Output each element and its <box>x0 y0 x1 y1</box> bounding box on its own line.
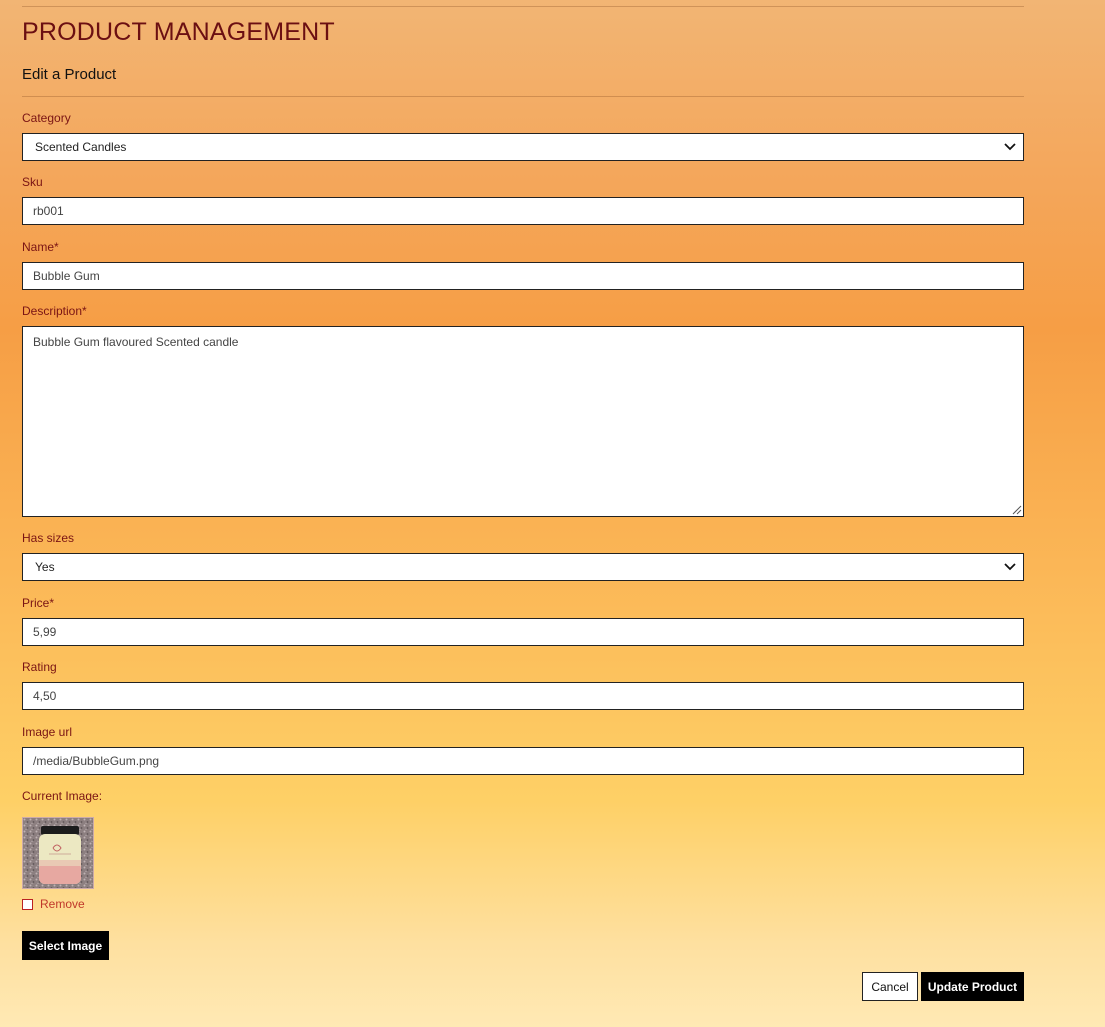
current-image-label: Current Image: <box>22 789 103 803</box>
name-input-value: Bubble Gum <box>33 269 100 283</box>
sku-input-value: rb001 <box>33 204 64 218</box>
rating-input[interactable]: 4,50 <box>22 682 1024 710</box>
description-textarea[interactable]: Bubble Gum flavoured Scented candle <box>22 326 1024 517</box>
name-label: Name* <box>22 240 59 254</box>
description-label: Description* <box>22 304 87 318</box>
select-image-button[interactable]: Select Image <box>22 931 109 960</box>
image-url-input[interactable]: /media/BubbleGum.png <box>22 747 1024 775</box>
price-input-value: 5,99 <box>33 625 57 639</box>
remove-image-checkbox[interactable] <box>22 898 33 910</box>
current-image-thumbnail <box>22 817 94 889</box>
category-label: Category <box>22 111 71 125</box>
category-select[interactable]: Scented Candles <box>22 133 1024 161</box>
remove-image-label: Remove <box>40 897 85 911</box>
chevron-down-icon <box>1004 563 1016 571</box>
page-subtitle: Edit a Product <box>22 66 117 83</box>
sku-label: Sku <box>22 175 43 189</box>
page-title: PRODUCT MANAGEMENT <box>22 18 335 46</box>
rating-input-value: 4,50 <box>33 689 57 703</box>
candle-jar-image <box>23 818 93 888</box>
has-sizes-label: Has sizes <box>22 531 75 545</box>
chevron-down-icon <box>1004 143 1016 151</box>
resize-grip-icon[interactable] <box>1010 503 1022 515</box>
remove-image-row: Remove <box>22 896 85 912</box>
image-url-input-value: /media/BubbleGum.png <box>33 754 160 768</box>
top-divider <box>22 6 1024 7</box>
section-divider <box>22 96 1024 97</box>
rating-label: Rating <box>22 660 57 674</box>
has-sizes-select[interactable]: Yes <box>22 553 1024 581</box>
sku-input[interactable]: rb001 <box>22 197 1024 225</box>
description-textarea-value: Bubble Gum flavoured Scented candle <box>33 335 239 349</box>
cancel-button[interactable]: Cancel <box>862 972 918 1001</box>
update-product-button[interactable]: Update Product <box>921 972 1024 1001</box>
price-label: Price* <box>22 596 55 610</box>
has-sizes-select-value: Yes <box>35 560 55 574</box>
name-input[interactable]: Bubble Gum <box>22 262 1024 290</box>
category-select-value: Scented Candles <box>35 140 127 154</box>
image-url-label: Image url <box>22 725 73 739</box>
price-input[interactable]: 5,99 <box>22 618 1024 646</box>
